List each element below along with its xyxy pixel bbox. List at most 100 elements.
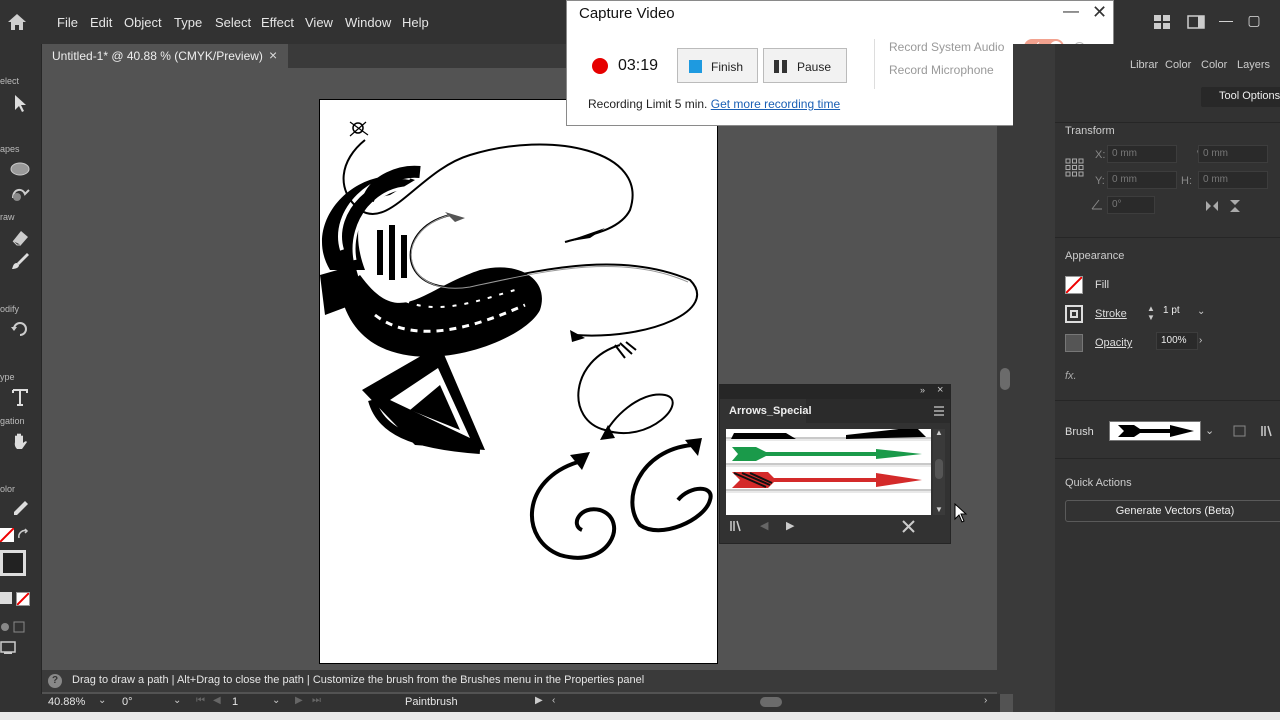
scroll-down-icon[interactable]: ▼ <box>935 505 943 514</box>
menu-edit[interactable]: Edit <box>90 15 112 30</box>
brush-row-green-arrow[interactable] <box>726 441 931 465</box>
menu-help[interactable]: Help <box>402 15 429 30</box>
close-panel-icon[interactable]: × <box>937 384 943 396</box>
chevron-down-icon[interactable]: ⌄ <box>272 695 280 706</box>
panel-drag-bar[interactable]: » × <box>720 384 950 399</box>
stroke-swatch[interactable] <box>1065 305 1083 323</box>
document-tab[interactable]: Untitled-1* @ 40.88 % (CMYK/Preview) × <box>42 44 288 68</box>
tool-options-button[interactable]: Tool Options <box>1201 87 1280 107</box>
stroke-weight-stepper-icon[interactable]: ▲ ▼ <box>1147 304 1155 322</box>
menu-effect[interactable]: Effect <box>261 15 294 30</box>
tab-layers[interactable]: Layers <box>1237 59 1270 71</box>
stroke-label[interactable]: Stroke <box>1095 308 1127 320</box>
finish-button[interactable]: Finish <box>677 48 758 83</box>
tab-arrows-special[interactable]: Arrows_Special <box>720 399 812 423</box>
arrange-documents-icon[interactable] <box>1153 14 1171 30</box>
draw-mode-icon[interactable] <box>0 620 30 634</box>
swap-colors-icon[interactable] <box>17 528 31 542</box>
opacity-icon[interactable] <box>1065 334 1083 352</box>
maximize-window-icon[interactable]: ▢ <box>1244 12 1264 32</box>
fx-button[interactable]: fx. <box>1065 370 1077 382</box>
brush-definition-dropdown[interactable] <box>1109 421 1201 441</box>
next-library-icon[interactable]: ▶ <box>786 519 794 532</box>
menu-object[interactable]: Object <box>124 15 162 30</box>
h-input[interactable]: 0 mm <box>1198 171 1268 189</box>
collapse-panel-icon[interactable]: » <box>920 385 925 395</box>
tab-libraries[interactable]: Librar <box>1130 59 1158 71</box>
pause-button[interactable]: Pause <box>763 48 847 83</box>
brush-libraries-icon[interactable] <box>1261 425 1277 437</box>
next-artboard-icon[interactable]: ▶ <box>295 695 303 706</box>
scrollbar-thumb[interactable] <box>1000 368 1010 390</box>
y-input[interactable]: 0 mm <box>1107 171 1177 189</box>
w-input[interactable]: 0 mm <box>1198 145 1268 163</box>
rotation-field[interactable]: 0° <box>122 696 133 710</box>
fill-swatch[interactable] <box>0 527 15 543</box>
stroke-weight-input[interactable]: 1 pt <box>1159 303 1199 321</box>
selection-tool-icon[interactable] <box>9 92 31 114</box>
previous-library-icon[interactable]: ◀ <box>760 519 768 532</box>
close-icon[interactable]: × <box>269 47 277 63</box>
scroll-right-icon[interactable]: › <box>984 695 987 706</box>
brush-row-black-arrow[interactable] <box>726 429 931 439</box>
canvas-vertical-scrollbar[interactable] <box>997 68 1013 694</box>
close-icon[interactable]: ✕ <box>1092 2 1107 23</box>
x-input[interactable]: 0 mm <box>1107 145 1177 163</box>
tab-color-guide[interactable]: Color <box>1201 59 1227 71</box>
scroll-up-icon[interactable]: ▲ <box>935 428 943 437</box>
menu-type[interactable]: Type <box>174 15 202 30</box>
chevron-down-icon[interactable]: ⌄ <box>1205 424 1214 437</box>
brush-list[interactable] <box>726 429 931 515</box>
flip-vertical-icon[interactable] <box>1229 199 1241 213</box>
reference-point-icon[interactable] <box>1065 158 1084 177</box>
screen-mode-icon[interactable] <box>0 640 18 656</box>
opacity-input[interactable]: 100% <box>1156 332 1198 350</box>
panel-menu-icon[interactable] <box>933 406 945 416</box>
color-mode-icon[interactable] <box>0 592 12 604</box>
minimize-icon[interactable]: — <box>1063 3 1079 21</box>
brush-row-red-arrow[interactable] <box>726 467 931 491</box>
get-more-time-link[interactable]: Get more recording time <box>711 97 840 111</box>
previous-artboard-icon[interactable]: ◀ <box>213 695 221 706</box>
menu-window[interactable]: Window <box>345 15 391 30</box>
rotate-tool-icon[interactable] <box>9 318 31 340</box>
artwork[interactable] <box>320 100 719 665</box>
canvas-area[interactable] <box>42 68 997 670</box>
remove-brush-stroke-icon[interactable] <box>902 520 915 533</box>
shaper-tool-icon[interactable] <box>9 184 31 206</box>
workspace-icon[interactable] <box>1187 14 1205 30</box>
scroll-left-icon[interactable]: ‹ <box>552 695 555 706</box>
rotate-input[interactable]: 0° <box>1107 196 1155 214</box>
last-artboard-icon[interactable]: ⏭ <box>312 695 321 706</box>
first-artboard-icon[interactable]: ⏮ <box>196 695 205 706</box>
chevron-right-icon[interactable]: ▶ <box>535 695 543 706</box>
home-icon[interactable] <box>6 12 28 32</box>
menu-select[interactable]: Select <box>215 15 251 30</box>
fill-swatch[interactable] <box>1065 276 1083 294</box>
ellipse-tool-icon[interactable] <box>9 158 31 180</box>
brush-scroll-thumb[interactable] <box>935 459 943 479</box>
paintbrush-tool-icon[interactable] <box>9 250 31 272</box>
generate-vectors-button[interactable]: Generate Vectors (Beta) <box>1065 500 1280 522</box>
eyedropper-tool-icon[interactable] <box>9 498 31 520</box>
type-tool-icon[interactable] <box>9 386 31 408</box>
menu-file[interactable]: File <box>57 15 78 30</box>
help-icon[interactable]: ? <box>48 674 62 688</box>
opacity-label[interactable]: Opacity <box>1095 337 1132 349</box>
brush-libraries-icon[interactable] <box>730 520 746 532</box>
chevron-right-icon[interactable]: › <box>1199 335 1202 346</box>
eraser-tool-icon[interactable] <box>9 226 31 248</box>
artboard-number-field[interactable]: 1 <box>232 696 238 710</box>
brush-options-icon[interactable] <box>1233 425 1246 437</box>
flip-horizontal-icon[interactable] <box>1205 200 1219 212</box>
brush-list-scrollbar[interactable]: ▲ ▼ <box>933 428 945 515</box>
menu-view[interactable]: View <box>305 15 333 30</box>
none-swatch-icon[interactable] <box>16 592 30 606</box>
hand-tool-icon[interactable] <box>9 430 31 452</box>
current-tool-readout[interactable]: Paintbrush <box>405 696 458 710</box>
stroke-swatch[interactable] <box>0 550 26 576</box>
minimize-window-icon[interactable]: — <box>1216 12 1236 32</box>
chevron-down-icon[interactable]: ⌄ <box>98 695 106 706</box>
brush-row-partial[interactable] <box>726 493 931 515</box>
horizontal-scrollbar-thumb[interactable] <box>760 697 782 707</box>
